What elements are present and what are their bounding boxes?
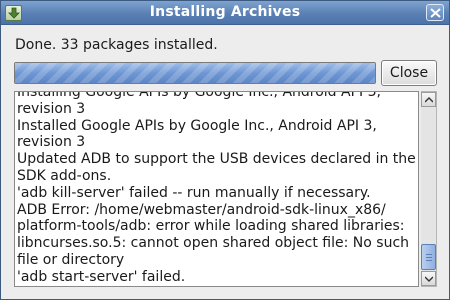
progress-fill	[15, 63, 375, 83]
scrollbar-thumb[interactable]	[421, 244, 436, 270]
thumb-grip-line	[426, 257, 432, 258]
log-line: Updated ADB to support the USB devices d…	[17, 151, 416, 184]
log-line: Installing Google APIs by Google Inc., A…	[17, 91, 381, 117]
log-textarea[interactable]: Installing Google APIs by Google Inc., A…	[14, 91, 419, 287]
scroll-down-button[interactable]	[421, 271, 436, 286]
thumb-grip-line	[426, 260, 432, 261]
close-icon[interactable]	[426, 4, 444, 21]
log-line: ADB Error: /home/webmaster/android-sdk-l…	[17, 201, 410, 268]
log-content: Installing Google APIs by Google Inc., A…	[17, 91, 417, 286]
scroll-up-button[interactable]	[421, 92, 436, 107]
status-text: Done. 33 packages installed.	[15, 37, 218, 53]
window-title: Installing Archives	[149, 4, 301, 20]
title-bar[interactable]: Installing Archives	[1, 1, 449, 25]
log-line: 'adb kill-server' failed -- run manually…	[17, 184, 371, 201]
installing-archives-dialog: Installing Archives Done. 33 packages in…	[0, 0, 450, 300]
log-line: Installed Google APIs by Google Inc., An…	[17, 117, 377, 151]
progress-bar	[14, 62, 376, 84]
vertical-scrollbar[interactable]	[421, 91, 437, 287]
thumb-grip-line	[426, 254, 432, 255]
close-button[interactable]: Close	[381, 60, 437, 86]
log-line: 'adb start-server' failed.	[17, 268, 186, 285]
